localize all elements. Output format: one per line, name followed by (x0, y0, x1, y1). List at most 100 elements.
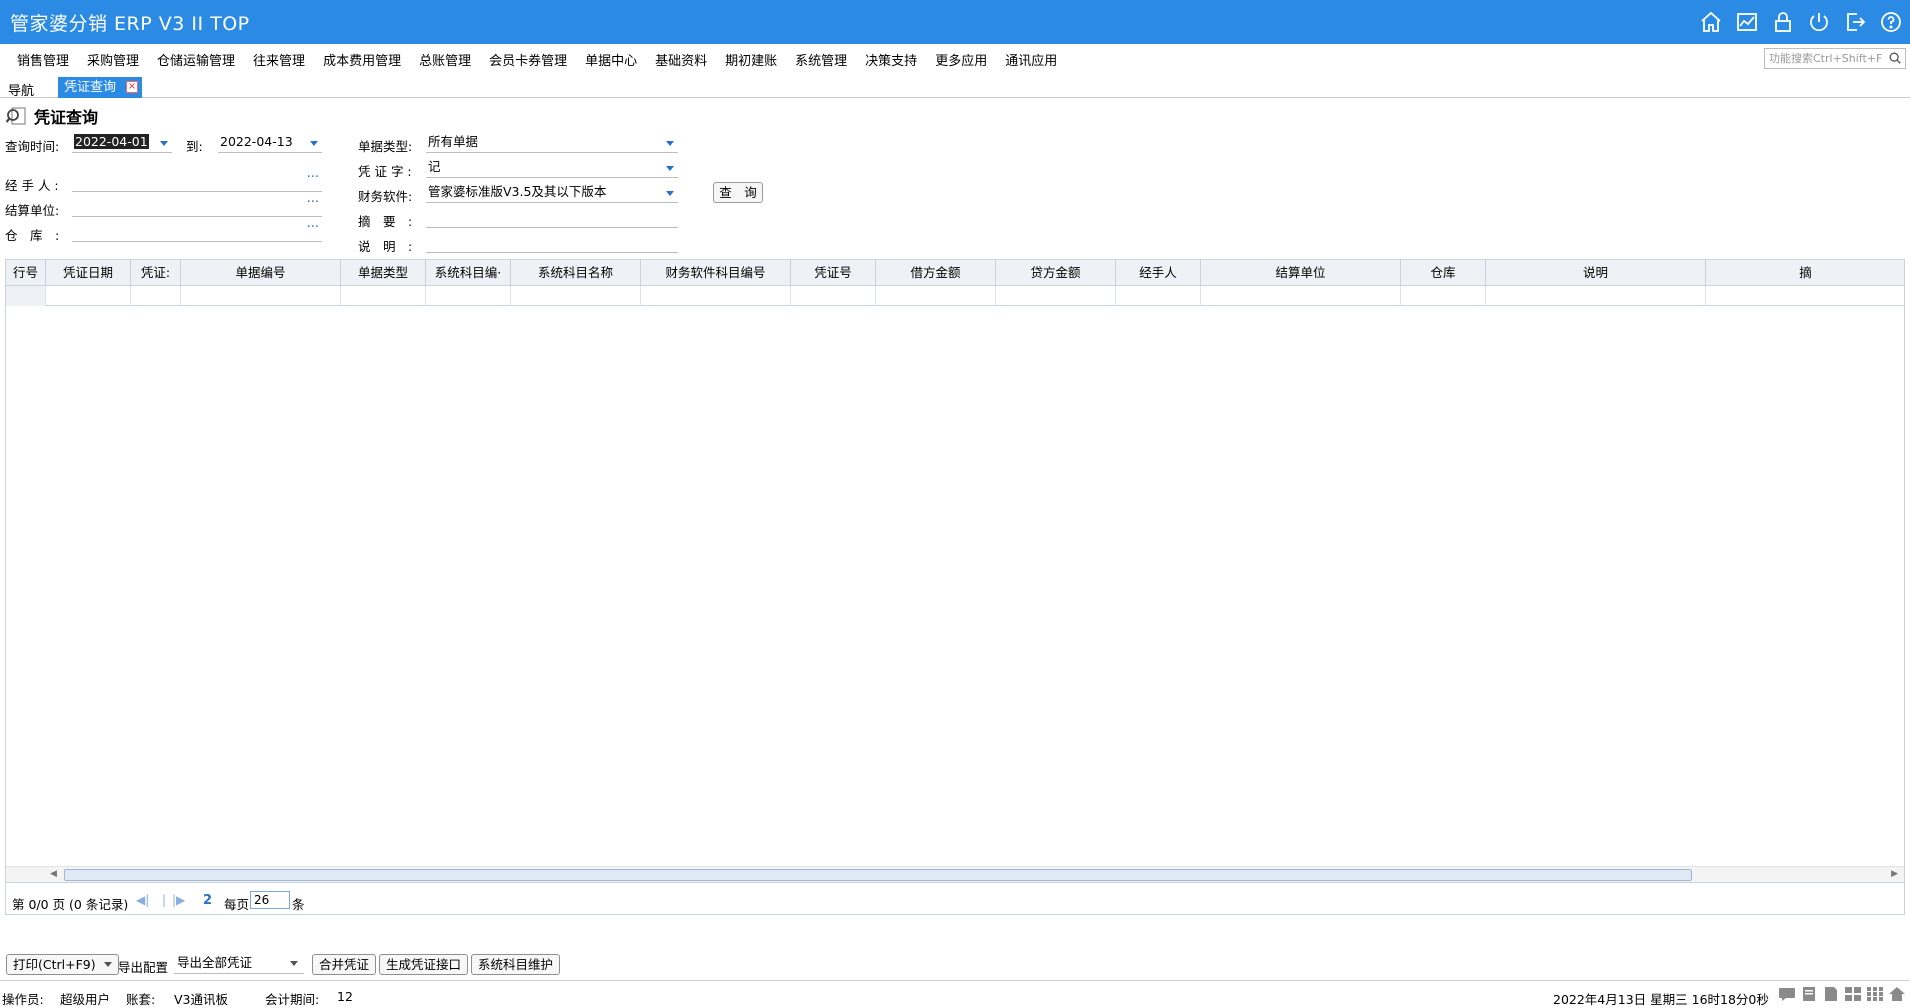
table-cell[interactable] (341, 286, 426, 306)
function-search-input[interactable] (1765, 49, 1883, 68)
column-header[interactable]: 单据编号 (181, 260, 341, 286)
maintain-account-button[interactable]: 系统科目维护 (471, 954, 561, 975)
menu-item[interactable]: 更多应用 (926, 50, 996, 69)
chevron-down-icon[interactable] (160, 141, 168, 146)
column-header[interactable]: 行号 (6, 260, 46, 286)
column-header[interactable]: 贷方金额 (996, 260, 1116, 286)
finance-software-select[interactable]: 管家婆标准版V3.5及其以下版本 (426, 183, 678, 203)
lock-icon[interactable] (1770, 9, 1796, 35)
chart-icon[interactable] (1734, 9, 1760, 35)
column-header[interactable]: 仓库 (1401, 260, 1486, 286)
note-icon[interactable] (1800, 986, 1818, 1002)
column-header[interactable]: 系统科目名称 (511, 260, 641, 286)
scroll-right-icon[interactable]: ▶ (1891, 869, 1898, 879)
menu-item[interactable]: 期初建账 (716, 50, 786, 69)
tab-voucher-query[interactable]: 凭证查询 × (58, 77, 143, 98)
grid-icon[interactable] (1844, 986, 1862, 1002)
table-row[interactable] (6, 286, 1904, 306)
chevron-down-icon[interactable] (666, 141, 674, 146)
menu-item[interactable]: 系统管理 (786, 50, 856, 69)
menu-item[interactable]: 往来管理 (244, 50, 314, 69)
home-icon[interactable] (1888, 986, 1906, 1002)
column-header[interactable]: 凭证日期 (46, 260, 131, 286)
table-cell[interactable] (426, 286, 511, 306)
query-button[interactable]: 查 询 (713, 182, 763, 203)
table-cell[interactable] (791, 286, 876, 306)
warehouse-field[interactable]: ··· (72, 219, 322, 242)
prev-page-icon[interactable]: | (162, 893, 166, 907)
more-icon[interactable]: ··· (307, 194, 319, 212)
power-icon[interactable] (1806, 9, 1832, 35)
menu-item[interactable]: 会员卡券管理 (480, 50, 576, 69)
table-cell[interactable] (6, 286, 46, 306)
table-cell[interactable] (641, 286, 791, 306)
scrollbar-thumb[interactable] (64, 869, 1692, 881)
document-icon[interactable] (1822, 986, 1840, 1002)
next-page-icon[interactable]: |▶ (172, 893, 185, 907)
tab-navigation[interactable]: 导航 (8, 80, 34, 99)
table-cell[interactable] (181, 286, 341, 306)
scroll-left-icon[interactable]: ◀ (50, 869, 57, 879)
date-from-field[interactable]: 2022-04-01 (72, 133, 172, 153)
exit-icon[interactable] (1842, 9, 1868, 35)
menu-item[interactable]: 仓储运输管理 (148, 50, 244, 69)
column-header[interactable]: 说明 (1486, 260, 1706, 286)
column-header[interactable]: 摘 (1706, 260, 1904, 286)
table-cell[interactable] (996, 286, 1116, 306)
chevron-down-icon[interactable] (310, 141, 318, 146)
search-icon[interactable] (1888, 51, 1902, 65)
menu-item[interactable]: 销售管理 (8, 50, 78, 69)
menu-item[interactable]: 基础资料 (646, 50, 716, 69)
column-header[interactable]: 经手人 (1116, 260, 1201, 286)
note-field[interactable] (426, 233, 678, 253)
handler-field[interactable]: ··· (72, 169, 322, 192)
chevron-down-icon[interactable] (103, 962, 112, 967)
function-search[interactable] (1764, 48, 1906, 69)
table-cell[interactable] (876, 286, 996, 306)
table-cell[interactable] (511, 286, 641, 306)
merge-voucher-button[interactable]: 合并凭证 (312, 954, 377, 975)
column-header[interactable]: 结算单位 (1201, 260, 1401, 286)
column-header[interactable]: 凭证号 (791, 260, 876, 286)
column-header[interactable]: 借方金额 (876, 260, 996, 286)
table-cell[interactable] (1116, 286, 1201, 306)
chevron-down-icon[interactable] (666, 166, 674, 171)
settlement-field[interactable]: ··· (72, 194, 322, 217)
summary-field[interactable] (426, 208, 678, 228)
column-header[interactable]: 单据类型 (341, 260, 426, 286)
refresh-icon[interactable]: 2 (203, 893, 212, 908)
per-page-input[interactable] (250, 891, 290, 909)
more-icon[interactable]: ··· (307, 219, 319, 237)
column-header[interactable]: 系统科目编· (426, 260, 511, 286)
menu-item[interactable]: 通讯应用 (996, 50, 1066, 69)
bill-type-select[interactable]: 所有单据 (426, 133, 678, 153)
print-button[interactable]: 打印(Ctrl+F9) (6, 954, 119, 975)
close-icon[interactable]: × (126, 81, 139, 93)
table-cell[interactable] (131, 286, 181, 306)
chat-icon[interactable] (1778, 986, 1796, 1002)
column-header[interactable]: 凭证: (131, 260, 181, 286)
export-config-select[interactable]: 导出全部凭证 (174, 953, 304, 974)
horizontal-scrollbar[interactable]: ◀ ▶ (6, 866, 1904, 882)
menu-item[interactable]: 决策支持 (856, 50, 926, 69)
home-icon[interactable] (1698, 9, 1724, 35)
table-cell[interactable] (1401, 286, 1486, 306)
chevron-down-icon[interactable] (666, 191, 674, 196)
apps-icon[interactable] (1866, 986, 1884, 1002)
menu-item[interactable]: 单据中心 (576, 50, 646, 69)
help-icon[interactable] (1878, 9, 1904, 35)
first-page-icon[interactable]: ◀| (136, 893, 149, 907)
menu-item[interactable]: 总账管理 (410, 50, 480, 69)
column-header[interactable]: 财务软件科目编号 (641, 260, 791, 286)
date-to-field[interactable]: 2022-04-13 (218, 133, 322, 153)
more-icon[interactable]: ··· (307, 169, 319, 187)
table-cell[interactable] (1706, 286, 1904, 306)
table-cell[interactable] (1486, 286, 1706, 306)
generate-voucher-button[interactable]: 生成凭证接口 (379, 954, 469, 975)
menu-item[interactable]: 采购管理 (78, 50, 148, 69)
voucher-word-select[interactable]: 记 (426, 158, 678, 178)
table-cell[interactable] (46, 286, 131, 306)
table-cell[interactable] (1201, 286, 1401, 306)
chevron-down-icon[interactable] (290, 961, 298, 966)
menu-item[interactable]: 成本费用管理 (314, 50, 410, 69)
